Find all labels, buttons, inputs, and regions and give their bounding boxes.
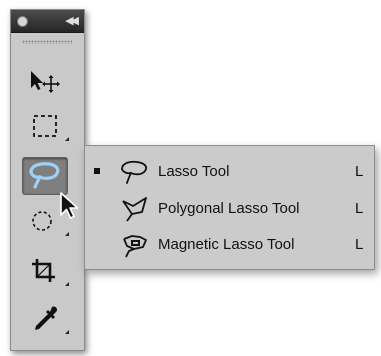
lasso-icon (121, 160, 148, 184)
panel-titlebar[interactable]: ◀◀ (11, 10, 84, 33)
panel-grip[interactable] (22, 40, 72, 44)
eyedropper-tool-button[interactable] (25, 304, 69, 334)
menu-item-lasso-tool[interactable]: Lasso Tool L (85, 155, 374, 189)
menu-item-label: Magnetic Lasso Tool (158, 236, 295, 253)
tools-panel: ◀◀ (10, 9, 85, 351)
screenshot-stage: ◀◀ Lasso Tool L Polygonal Lasso Tool L M… (0, 0, 381, 356)
current-tool-indicator (94, 168, 100, 174)
menu-item-shortcut: L (355, 200, 364, 217)
more-tools-indicator (65, 137, 69, 141)
more-tools-indicator (65, 282, 69, 286)
move-icon (31, 71, 60, 93)
rectangular-marquee-icon (33, 115, 57, 137)
more-tools-indicator (65, 330, 69, 334)
lasso-tool-button[interactable] (22, 157, 68, 195)
lasso-icon (29, 162, 60, 189)
collapse-panel-icon[interactable]: ◀◀ (65, 13, 79, 29)
menu-item-polygonal-lasso-tool[interactable]: Polygonal Lasso Tool L (85, 192, 374, 226)
menu-item-shortcut: L (355, 163, 364, 180)
menu-item-shortcut: L (355, 236, 364, 253)
close-icon[interactable] (17, 16, 28, 27)
lasso-tools-flyout-menu: Lasso Tool L Polygonal Lasso Tool L Magn… (84, 145, 375, 270)
eyedropper-icon (35, 306, 58, 330)
mouse-cursor-icon (60, 192, 79, 219)
menu-item-magnetic-lasso-tool[interactable]: Magnetic Lasso Tool L (85, 228, 374, 262)
menu-item-label: Polygonal Lasso Tool (158, 200, 300, 217)
menu-item-label: Lasso Tool (158, 163, 230, 180)
crop-tool-button[interactable] (25, 256, 69, 286)
move-tool-button[interactable] (25, 66, 67, 96)
more-tools-indicator (65, 232, 69, 236)
polygonal-lasso-icon (122, 197, 147, 222)
crop-icon (32, 259, 55, 282)
marquee-tool-button[interactable] (25, 111, 69, 141)
magnetic-lasso-icon (123, 235, 147, 258)
